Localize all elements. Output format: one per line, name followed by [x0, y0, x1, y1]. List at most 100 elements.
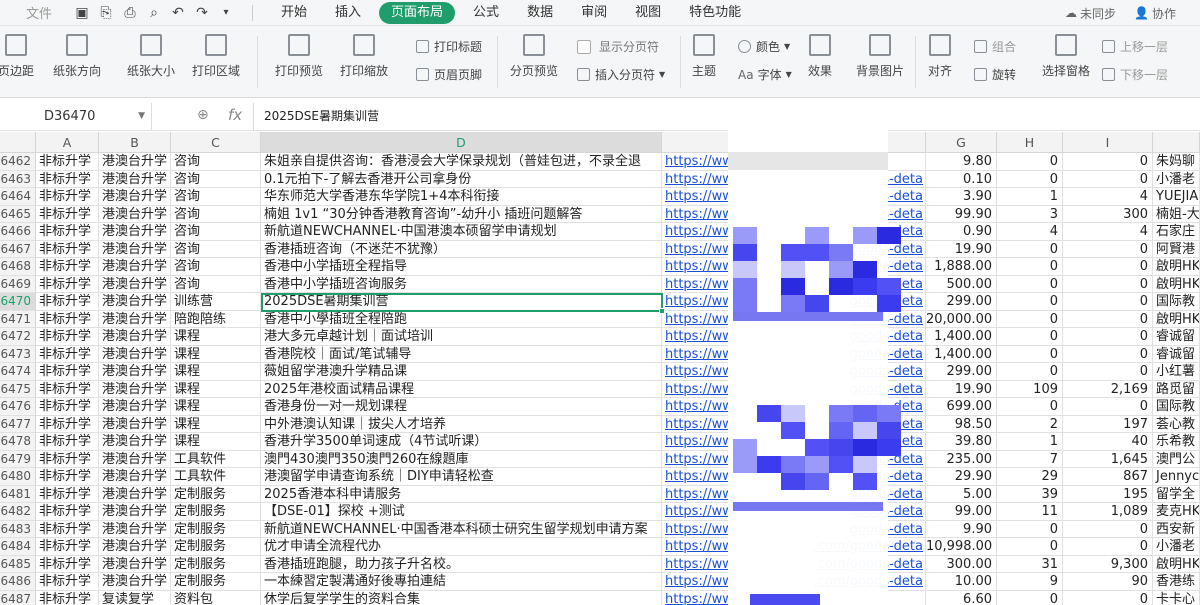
- cell-category[interactable]: 非标升学: [36, 398, 99, 416]
- cell-revenue[interactable]: 0: [1063, 293, 1153, 311]
- cell-link[interactable]: https://ww: [662, 485, 730, 503]
- cell-category[interactable]: 非标升学: [36, 328, 99, 346]
- cell-type[interactable]: 课程: [171, 433, 261, 451]
- show-page-breaks-checkbox[interactable]: [577, 39, 591, 54]
- cell-shop[interactable]: 啟明HK: [1153, 258, 1200, 276]
- row-header[interactable]: 6463: [0, 170, 36, 188]
- cell-price[interactable]: 39.80: [926, 433, 997, 451]
- cell-link[interactable]: https://ww: [662, 363, 730, 381]
- cell-link[interactable]: https://ww: [662, 520, 730, 538]
- cell-category[interactable]: 非标升学: [36, 503, 99, 521]
- cell-shop[interactable]: 楠姐-大: [1153, 205, 1200, 223]
- cell-sales-count[interactable]: 29: [997, 468, 1063, 486]
- cell-price[interactable]: 9.80: [926, 153, 997, 171]
- formula-input[interactable]: 2025DSE暑期集训营: [253, 103, 1200, 130]
- name-box[interactable]: D36470 ▼: [0, 103, 152, 130]
- tab-formulas[interactable]: 公式: [459, 2, 513, 24]
- cell-subcategory[interactable]: 复读复学: [99, 590, 171, 605]
- cell-category[interactable]: 非标升学: [36, 188, 99, 206]
- column-header-e[interactable]: [662, 132, 730, 153]
- cell-title[interactable]: 休学后复学学生的资料合集: [261, 590, 662, 605]
- cell-type[interactable]: 课程: [171, 363, 261, 381]
- theme-button[interactable]: 主题: [688, 34, 720, 79]
- cell-link[interactable]: https://ww: [662, 223, 730, 241]
- cell-price[interactable]: 20,000.00: [926, 310, 997, 328]
- column-header-i[interactable]: I: [1063, 132, 1153, 153]
- cell-type[interactable]: 咨询: [171, 205, 261, 223]
- cell-sales-count[interactable]: 0: [997, 520, 1063, 538]
- file-menu[interactable]: 文件: [0, 3, 70, 22]
- cell-sales-count[interactable]: 0: [997, 170, 1063, 188]
- cell-sales-count[interactable]: 9: [997, 573, 1063, 591]
- cell-type[interactable]: 定制服务: [171, 538, 261, 556]
- cell-shop[interactable]: 石家庄: [1153, 223, 1200, 241]
- cell-link[interactable]: https://ww: [662, 503, 730, 521]
- row-header[interactable]: 6464: [0, 188, 36, 206]
- paper-size-button[interactable]: 纸张大小: [122, 34, 180, 79]
- cell-subcategory[interactable]: 港澳台升学: [99, 415, 171, 433]
- show-page-breaks-toggle[interactable]: 显示分页符: [577, 38, 659, 55]
- cell-type[interactable]: 咨询: [171, 188, 261, 206]
- cell-shop[interactable]: 啟明HK: [1153, 555, 1200, 573]
- row-header[interactable]: 6474: [0, 363, 36, 381]
- cell-type[interactable]: 课程: [171, 380, 261, 398]
- cell-shop[interactable]: 路觅留: [1153, 380, 1200, 398]
- cell-shop[interactable]: 朱妈聊: [1153, 153, 1200, 171]
- row-header[interactable]: 6470: [0, 293, 36, 311]
- send-backward-button[interactable]: 下移一层: [1102, 66, 1168, 83]
- cell-title[interactable]: 薇姐留学港澳升学精品课: [261, 363, 662, 381]
- cell-category[interactable]: 非标升学: [36, 520, 99, 538]
- cell-subcategory[interactable]: 港澳台升学: [99, 170, 171, 188]
- spreadsheet-grid[interactable]: A B C D G H I 6462 非标升学 港澳台升学 咨询 朱姐亲自提供咨询：香港…: [0, 100, 1200, 605]
- zoom-search-icon[interactable]: ⊕: [197, 107, 209, 123]
- cell-type[interactable]: 工具软件: [171, 450, 261, 468]
- cell-type[interactable]: 训练营: [171, 293, 261, 311]
- cell-title[interactable]: 香港院校｜面试/笔试辅导: [261, 345, 662, 363]
- cell-price[interactable]: 1,400.00: [926, 345, 997, 363]
- cell-type[interactable]: 课程: [171, 345, 261, 363]
- cell-link[interactable]: https://ww: [662, 345, 730, 363]
- cell-link[interactable]: https://ww: [662, 310, 730, 328]
- background-image-button[interactable]: 背景图片: [852, 34, 908, 79]
- cell-revenue[interactable]: 0: [1063, 310, 1153, 328]
- cell-subcategory[interactable]: 港澳台升学: [99, 328, 171, 346]
- cell-title[interactable]: 香港中小學插班全程陪跑: [261, 310, 662, 328]
- cell-revenue[interactable]: 4: [1063, 188, 1153, 206]
- cell-type[interactable]: 课程: [171, 415, 261, 433]
- cell-sales-count[interactable]: 0: [997, 258, 1063, 276]
- row-header[interactable]: 6478: [0, 433, 36, 451]
- column-header-c[interactable]: C: [171, 132, 261, 153]
- cell-link[interactable]: https://ww: [662, 153, 730, 171]
- cell-subcategory[interactable]: 港澳台升学: [99, 153, 171, 171]
- rotate-button[interactable]: 旋转: [974, 66, 1016, 83]
- selection-pane-button[interactable]: 选择窗格: [1038, 34, 1094, 79]
- cell-link[interactable]: https://ww: [662, 240, 730, 258]
- cell-type[interactable]: 咨询: [171, 240, 261, 258]
- cell-category[interactable]: 非标升学: [36, 380, 99, 398]
- row-header[interactable]: 6473: [0, 345, 36, 363]
- row-header[interactable]: 6465: [0, 205, 36, 223]
- cell-subcategory[interactable]: 港澳台升学: [99, 398, 171, 416]
- cell-shop[interactable]: 荟心教: [1153, 415, 1200, 433]
- cell-subcategory[interactable]: 港澳台升学: [99, 485, 171, 503]
- cell-title[interactable]: 新航道NEWCHANNEL·中国香港本科硕士研究生留学规划申请方案: [261, 520, 662, 538]
- cell-type[interactable]: 定制服务: [171, 485, 261, 503]
- row-header[interactable]: 6487: [0, 590, 36, 605]
- cell-shop[interactable]: 澳門公: [1153, 450, 1200, 468]
- cell-title[interactable]: 香港插班跑腿，助力孩子升名校。: [261, 555, 662, 573]
- cell-sales-count[interactable]: 0: [997, 538, 1063, 556]
- cell-subcategory[interactable]: 港澳台升学: [99, 503, 171, 521]
- cell-title[interactable]: 2025年港校面试精品课程: [261, 380, 662, 398]
- cell-category[interactable]: 非标升学: [36, 538, 99, 556]
- cell-price[interactable]: 10,998.00: [926, 538, 997, 556]
- row-header[interactable]: 6481: [0, 485, 36, 503]
- cell-link[interactable]: https://ww: [662, 328, 730, 346]
- cell-category[interactable]: 非标升学: [36, 310, 99, 328]
- cell-category[interactable]: 非标升学: [36, 415, 99, 433]
- cell-price[interactable]: 9.90: [926, 520, 997, 538]
- cell-price[interactable]: 3.90: [926, 188, 997, 206]
- row-header[interactable]: 6472: [0, 328, 36, 346]
- cell-revenue[interactable]: 195: [1063, 485, 1153, 503]
- cell-shop[interactable]: 乐希教: [1153, 433, 1200, 451]
- cell-category[interactable]: 非标升学: [36, 485, 99, 503]
